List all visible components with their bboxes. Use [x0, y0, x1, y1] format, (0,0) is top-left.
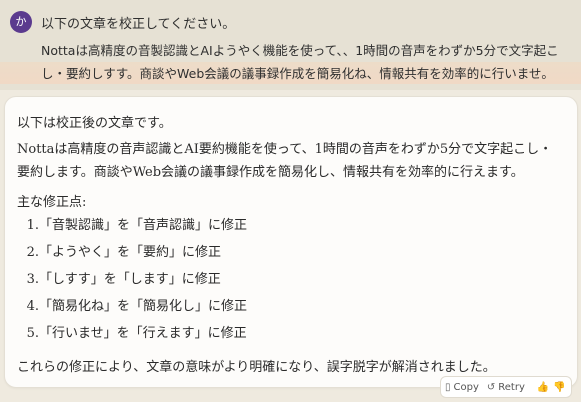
user-avatar: か: [10, 11, 32, 33]
list-item: 4.「簡易化ね」を「簡易化し」に修正: [26, 299, 248, 314]
retry-label: Retry: [498, 381, 525, 393]
list-item: 2.「ようやく」を「要約」に修正: [26, 245, 222, 260]
list-item: 1.「音製認識」を「音声認識」に修正: [26, 218, 248, 233]
retry-button[interactable]: ↺ Retry: [487, 382, 525, 393]
response-outro: これらの修正により、文章の意味がより明確になり、誤字脱字が解消されました。: [17, 360, 496, 375]
response-intro: 以下は校正後の文章です。: [17, 116, 172, 131]
corrected-text: Nottaは高精度の音声認識とAI要約機能を使って、1時間の音声をわずか5分で文…: [17, 142, 553, 180]
list-item: 3.「しすす」を「します」に修正: [26, 272, 221, 287]
user-prompt-text: Nottaは高精度の音製認識とAIようやく機能を使って、、1時間の音声をわずか5…: [41, 43, 559, 81]
user-message: か 以下の文章を校正してください。 Nottaは高精度の音製認識とAIようやく機…: [0, 0, 581, 90]
thumbs-down-icon[interactable]: 👎: [553, 382, 565, 393]
list-item: 5.「行いませ」を「行えます」に修正: [26, 326, 247, 341]
message-actions: ▯ Copy ↺ Retry 👍 👎: [440, 376, 572, 398]
copy-button[interactable]: ▯ Copy: [445, 382, 479, 393]
retry-icon: ↺: [486, 381, 496, 393]
copy-label: Copy: [453, 381, 479, 393]
corrections-heading: 主な修正点:: [17, 195, 87, 210]
clipboard-icon: ▯: [445, 381, 451, 393]
thumbs-up-icon[interactable]: 👍: [537, 382, 549, 393]
assistant-response: 以下は校正後の文章です。 Nottaは高精度の音声認識とAI要約機能を使って、1…: [4, 96, 578, 388]
user-prompt-line: 以下の文章を校正してください。: [41, 17, 236, 32]
corrections-list: 1.「音製認識」を「音声認識」に修正 2.「ようやく」を「要約」に修正 3.「し…: [17, 217, 557, 352]
